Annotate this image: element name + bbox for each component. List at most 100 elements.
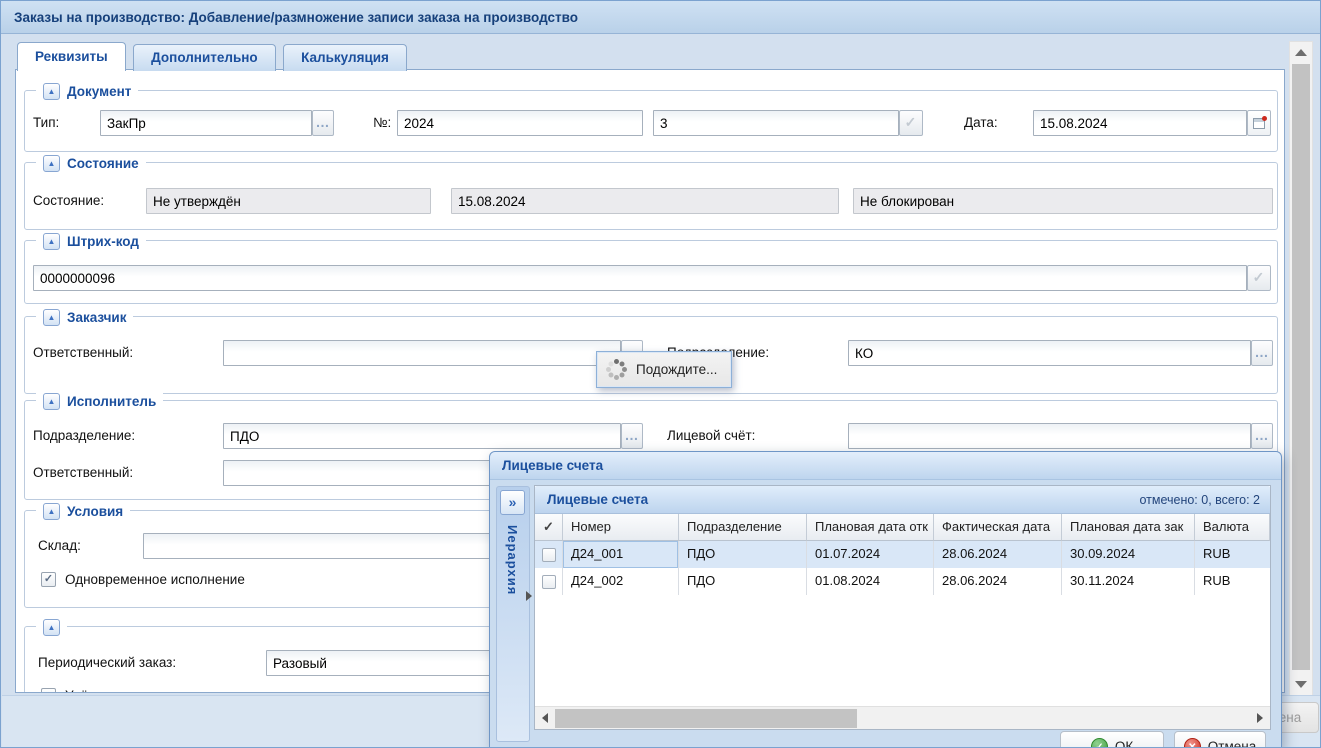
doc-date-label: Дата: xyxy=(964,110,998,136)
column-fact-open[interactable]: Фактическая дата xyxy=(934,514,1062,541)
accounts-dialog: Лицевые счета » Иерархия Лицевые счета о… xyxy=(489,451,1282,748)
doc-suffix-input[interactable] xyxy=(653,110,899,136)
hierarchy-tab[interactable]: Иерархия xyxy=(505,525,520,595)
collapse-icon[interactable]: ▲ xyxy=(43,309,60,326)
section-barcode-title: Штрих-код xyxy=(67,233,139,250)
section-state-title: Состояние xyxy=(67,155,139,172)
tab-strip: Реквизиты Дополнительно Калькуляция xyxy=(17,42,410,71)
section-document-title: Документ xyxy=(67,83,131,100)
cell-plan-open: 01.07.2024 xyxy=(807,541,934,568)
column-plan-close[interactable]: Плановая дата зак xyxy=(1062,514,1195,541)
doc-number-input[interactable] xyxy=(397,110,643,136)
column-check[interactable]: ✓ xyxy=(535,514,563,541)
accounts-counter: отмечено: 0, всего: 2 xyxy=(1139,493,1260,507)
cell-department: ПДО xyxy=(679,568,807,595)
tab-dopolnitelno[interactable]: Дополнительно xyxy=(133,44,276,71)
barcode-input[interactable] xyxy=(33,265,1247,291)
column-department[interactable]: Подразделение xyxy=(679,514,807,541)
collapse-icon[interactable]: ▲ xyxy=(43,233,60,250)
scroll-right-icon xyxy=(1257,713,1263,723)
doc-number-label: №: xyxy=(373,110,391,136)
simultaneous-checkbox[interactable]: ✓ xyxy=(41,572,56,587)
column-number[interactable]: Номер xyxy=(563,514,679,541)
accounts-dialog-title: Лицевые счета xyxy=(502,458,603,473)
cell-currency: RUB xyxy=(1195,541,1270,568)
tab-label: Дополнительно xyxy=(151,50,258,65)
executor-department-label: Подразделение: xyxy=(33,423,135,449)
column-currency[interactable]: Валюта xyxy=(1195,514,1270,541)
dialog-cancel-button[interactable]: ✕ Отмена xyxy=(1174,731,1266,748)
cell-fact-open: 28.06.2024 xyxy=(934,568,1062,595)
doc-type-ellipsis-button[interactable]: … xyxy=(312,110,334,136)
wait-popup: Подождите... xyxy=(596,351,732,388)
column-plan-open[interactable]: Плановая дата отк xyxy=(807,514,934,541)
customer-department-input[interactable] xyxy=(848,340,1251,366)
barcode-check-button[interactable]: ✓ xyxy=(1247,265,1271,291)
horizontal-scroll-thumb[interactable] xyxy=(555,709,857,728)
hierarchy-panel: » Иерархия xyxy=(496,486,530,742)
doc-type-input[interactable] xyxy=(100,110,312,136)
wait-popup-text: Подождите... xyxy=(636,362,717,377)
executor-department-ellipsis-button[interactable]: … xyxy=(621,423,643,449)
executor-account-ellipsis-button[interactable]: … xyxy=(1251,423,1273,449)
collapse-icon[interactable]: ▲ xyxy=(43,503,60,520)
cell-plan-open: 01.08.2024 xyxy=(807,568,934,595)
cell-number: Д24_002 xyxy=(563,568,679,595)
tab-rekvizity[interactable]: Реквизиты xyxy=(17,42,126,71)
tab-kalkulyaciya[interactable]: Калькуляция xyxy=(283,44,407,71)
window-title: Заказы на производство: Добавление/размн… xyxy=(14,10,578,25)
customer-responsible-label: Ответственный: xyxy=(33,340,133,366)
application-window: Заказы на производство: Добавление/размн… xyxy=(0,0,1321,748)
scroll-right-button[interactable] xyxy=(1252,707,1268,729)
executor-department-input[interactable] xyxy=(223,423,621,449)
account-row-1[interactable]: Д24_001 ПДО 01.07.2024 28.06.2024 30.09.… xyxy=(535,541,1270,568)
scroll-down-button[interactable] xyxy=(1290,674,1312,694)
state-status-field xyxy=(146,188,431,214)
dialog-ok-label: ОК xyxy=(1115,739,1133,748)
doc-date-calendar-button[interactable] xyxy=(1247,110,1271,136)
scroll-up-button[interactable] xyxy=(1290,42,1312,62)
calendar-checkbox[interactable] xyxy=(41,688,56,693)
horizontal-scrollbar[interactable] xyxy=(535,706,1270,729)
row-checkbox[interactable] xyxy=(542,548,556,562)
doc-date-input[interactable] xyxy=(1033,110,1247,136)
check-column-icon: ✓ xyxy=(543,514,554,540)
executor-responsible-label: Ответственный: xyxy=(33,460,133,486)
splitter-handle-icon[interactable] xyxy=(526,591,532,601)
state-label: Состояние: xyxy=(33,188,104,214)
ok-check-icon: ✓ xyxy=(1091,738,1108,748)
collapse-icon[interactable]: ▲ xyxy=(43,619,60,636)
accounts-grid: Лицевые счета отмечено: 0, всего: 2 ✓ Но… xyxy=(534,485,1271,730)
simultaneous-checkbox-label: Одновременное исполнение xyxy=(65,572,245,588)
doc-type-label: Тип: xyxy=(33,110,59,136)
cell-plan-close: 30.11.2024 xyxy=(1062,568,1195,595)
customer-responsible-input[interactable] xyxy=(223,340,621,366)
scroll-down-icon xyxy=(1295,681,1307,688)
tab-label: Реквизиты xyxy=(35,49,108,64)
executor-account-input[interactable] xyxy=(848,423,1251,449)
collapse-icon[interactable]: ▲ xyxy=(43,393,60,410)
section-conditions-caption: ▲ Условия xyxy=(36,501,130,521)
collapse-icon[interactable]: ▲ xyxy=(43,83,60,100)
window-titlebar: Заказы на производство: Добавление/размн… xyxy=(1,1,1320,34)
account-row-2[interactable]: Д24_002 ПДО 01.08.2024 28.06.2024 30.11.… xyxy=(535,568,1270,595)
accounts-dialog-titlebar: Лицевые счета xyxy=(490,452,1281,480)
expand-panel-button[interactable]: » xyxy=(500,490,525,515)
row-checkbox[interactable] xyxy=(542,575,556,589)
scroll-left-button[interactable] xyxy=(537,707,553,729)
section-periodic-caption: ▲ xyxy=(36,617,67,637)
vertical-scroll-thumb[interactable] xyxy=(1292,64,1310,670)
cell-plan-close: 30.09.2024 xyxy=(1062,541,1195,568)
vertical-scrollbar[interactable] xyxy=(1289,41,1313,701)
dialog-cancel-label: Отмена xyxy=(1208,739,1256,748)
state-date-field xyxy=(451,188,839,214)
state-block-field xyxy=(853,188,1273,214)
accounts-grid-header: Лицевые счета отмечено: 0, всего: 2 xyxy=(535,486,1270,514)
dialog-ok-button[interactable]: ✓ ОК xyxy=(1060,731,1164,748)
cell-number: Д24_001 xyxy=(563,541,679,568)
doc-suffix-check-button[interactable]: ✓ xyxy=(899,110,923,136)
cancel-x-icon: ✕ xyxy=(1184,738,1201,748)
section-state-caption: ▲ Состояние xyxy=(36,153,146,173)
collapse-icon[interactable]: ▲ xyxy=(43,155,60,172)
customer-department-ellipsis-button[interactable]: … xyxy=(1251,340,1273,366)
